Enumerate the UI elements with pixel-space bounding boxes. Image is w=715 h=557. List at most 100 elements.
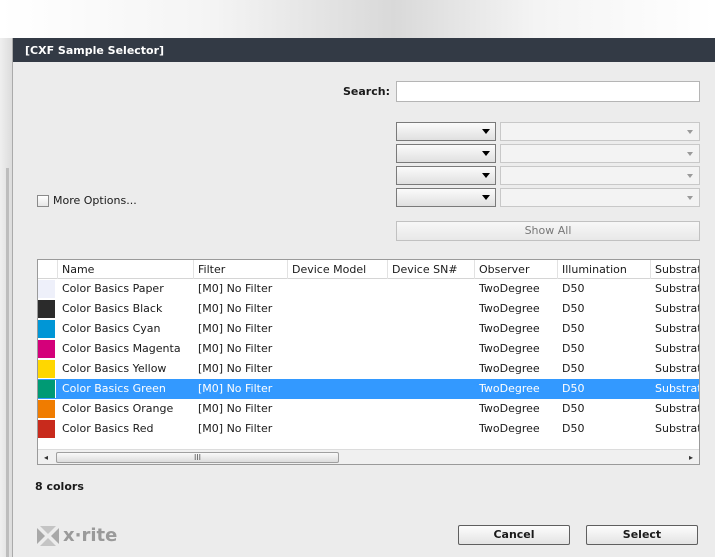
select-button[interactable]: Select (586, 525, 698, 545)
cell-device-sn (388, 339, 475, 359)
cell-illumination: D50 (562, 342, 585, 355)
table-row[interactable]: Color Basics Paper [M0] No Filter TwoDegre… (38, 279, 700, 299)
column-header-observer[interactable]: Observer (475, 260, 558, 279)
cell-observer: TwoDegree (479, 282, 540, 295)
cell-substrate: Substrat (655, 342, 700, 355)
dropdown-arrow-icon (482, 173, 490, 178)
cell-name: Color Basics Red (62, 422, 154, 435)
cancel-button[interactable]: Cancel (458, 525, 570, 545)
scrollbar-thumb[interactable]: III (56, 452, 339, 463)
search-input[interactable] (396, 81, 700, 102)
cell-filter: [M0] No Filter (198, 302, 273, 315)
table-row[interactable]: Color Basics Orange [M0] No Filter TwoDegr… (38, 399, 700, 419)
table-body: Color Basics Paper [M0] No Filter TwoDegre… (38, 279, 700, 439)
cell-device-model (288, 379, 388, 399)
cell-illumination: D50 (562, 322, 585, 335)
table-row[interactable]: Color Basics Black [M0] No Filter TwoDegre… (38, 299, 700, 319)
filter-field-select-4[interactable] (396, 188, 496, 207)
filter-field-select-2[interactable] (396, 144, 496, 163)
filter-row-1 (396, 122, 700, 142)
cell-device-sn (388, 319, 475, 339)
column-header-substrate[interactable]: Substrat (651, 260, 699, 279)
cell-substrate: Substrat (655, 302, 700, 315)
filter-row-4 (396, 188, 700, 208)
column-header-filter[interactable]: Filter (194, 260, 288, 279)
color-swatch (38, 300, 56, 318)
filter-field-select-3[interactable] (396, 166, 496, 185)
cell-observer: TwoDegree (479, 382, 540, 395)
filter-value-select-4[interactable] (500, 188, 700, 207)
cxf-sample-selector-dialog: [CXF Sample Selector] Search: More Optio… (12, 38, 715, 557)
cell-device-sn (388, 379, 475, 399)
cell-substrate: Substrat (655, 322, 700, 335)
cell-filter: [M0] No Filter (198, 422, 273, 435)
cell-filter: [M0] No Filter (198, 362, 273, 375)
cell-device-model (288, 419, 388, 439)
cell-name: Color Basics Magenta (62, 342, 181, 355)
table-row[interactable]: Color Basics Magenta [M0] No Filter TwoDeg… (38, 339, 700, 359)
cell-observer: TwoDegree (479, 322, 540, 335)
column-header-name[interactable]: Name (58, 260, 194, 279)
column-header-swatch[interactable] (38, 260, 58, 279)
cell-device-sn (388, 279, 475, 299)
dropdown-arrow-icon (687, 152, 693, 156)
color-swatch (38, 320, 56, 338)
filter-row-2 (396, 144, 700, 164)
color-swatch (38, 280, 56, 298)
dropdown-arrow-icon (482, 151, 490, 156)
column-header-device-model[interactable]: Device Model (288, 260, 388, 279)
filter-field-select-1[interactable] (396, 122, 496, 141)
cell-observer: TwoDegree (479, 422, 540, 435)
dropdown-arrow-icon (687, 130, 693, 134)
cell-name: Color Basics Green (62, 382, 166, 395)
cell-illumination: D50 (562, 422, 585, 435)
horizontal-scrollbar[interactable]: ◂ III ▸ (38, 449, 699, 464)
cell-filter: [M0] No Filter (198, 342, 273, 355)
table-row[interactable]: Color Basics Yellow [M0] No Filter TwoDegr… (38, 359, 699, 379)
cell-device-sn (388, 419, 475, 439)
table-row[interactable]: Color Basics Cyan [M0] No Filter TwoDegree… (38, 319, 700, 339)
cell-illumination: D50 (562, 362, 585, 375)
color-count: 8 colors (35, 480, 84, 493)
filter-value-select-1[interactable] (500, 122, 700, 141)
filter-row-3 (396, 166, 700, 186)
cell-observer: TwoDegree (479, 302, 540, 315)
cell-name: Color Basics Orange (62, 402, 174, 415)
scroll-right-arrow-icon[interactable]: ▸ (683, 450, 699, 464)
background-window-edge (0, 38, 12, 557)
more-options-label: More Options... (53, 194, 137, 207)
cell-name: Color Basics Paper (62, 282, 164, 295)
cell-name: Color Basics Black (62, 302, 163, 315)
more-options-checkbox[interactable] (37, 194, 49, 207)
column-header-device-sn[interactable]: Device SN# (388, 260, 475, 279)
xrite-logo-text: x·rite (63, 525, 118, 546)
cell-device-sn (388, 299, 475, 319)
cell-device-model (288, 319, 388, 339)
xrite-logo: x·rite (37, 525, 117, 546)
cell-device-sn (388, 359, 475, 379)
dropdown-arrow-icon (482, 129, 490, 134)
show-all-button[interactable]: Show All (396, 221, 700, 241)
filter-value-select-3[interactable] (500, 166, 700, 185)
cell-illumination: D50 (562, 382, 585, 395)
cell-substrate: Substrat (655, 382, 700, 395)
cell-device-model (288, 359, 388, 379)
cell-illumination: D50 (562, 282, 585, 295)
table-row[interactable]: Color Basics Green [M0] No Filter TwoDegre… (38, 379, 700, 399)
cell-filter: [M0] No Filter (198, 322, 273, 335)
column-header-illumination[interactable]: Illumination (558, 260, 651, 279)
window-top-chrome (0, 0, 715, 38)
cell-observer: TwoDegree (479, 362, 540, 375)
xrite-logo-icon (37, 525, 59, 546)
cell-observer: TwoDegree (479, 402, 540, 415)
cell-substrate: Substrat (655, 282, 700, 295)
color-swatch (38, 420, 56, 438)
cell-substrate: Substrat (655, 402, 700, 415)
filter-value-select-2[interactable] (500, 144, 700, 163)
scroll-left-arrow-icon[interactable]: ◂ (38, 450, 54, 464)
table-row[interactable]: Color Basics Red [M0] No Filter TwoDegree D… (38, 419, 700, 439)
more-options-toggle[interactable]: More Options... (37, 194, 137, 207)
cell-illumination: D50 (562, 302, 585, 315)
cell-substrate: Substrat (655, 422, 700, 435)
cell-device-model (288, 339, 388, 359)
